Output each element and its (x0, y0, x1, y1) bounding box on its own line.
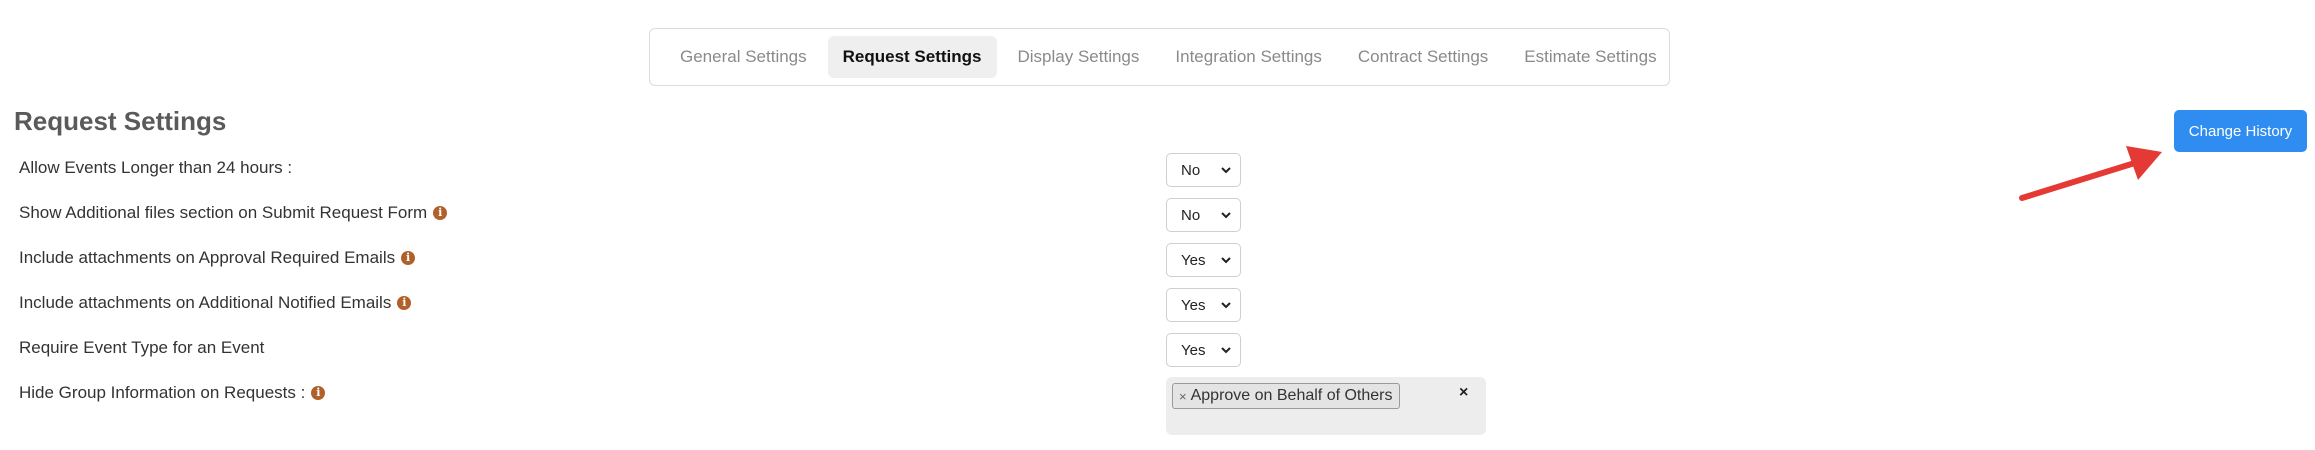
tag-label: Approve on Behalf of Others (1190, 387, 1393, 404)
info-icon[interactable]: i (397, 296, 412, 310)
setting-row-allow-long-events: Allow Events Longer than 24 hours : (19, 151, 292, 185)
setting-label: Require Event Type for an Event (19, 338, 265, 357)
chevron-down-icon (1221, 167, 1231, 174)
setting-label: Include attachments on Additional Notifi… (19, 293, 392, 312)
setting-row-require-event-type: Require Event Type for an Event (19, 331, 264, 365)
chevron-down-icon (1221, 257, 1231, 264)
setting-row-notified-attachments: Include attachments on Additional Notifi… (19, 286, 412, 320)
hide-group-info-multiselect[interactable]: × Approve on Behalf of Others × (1166, 377, 1486, 435)
clear-selection-icon[interactable]: × (1459, 384, 1468, 402)
setting-label: Show Additional files section on Submit … (19, 203, 428, 222)
change-history-button[interactable]: Change History (2174, 110, 2307, 152)
setting-label: Allow Events Longer than 24 hours : (19, 158, 293, 177)
approval-attachments-select[interactable]: Yes (1166, 243, 1241, 277)
setting-row-additional-files: Show Additional files section on Submit … (19, 196, 448, 230)
additional-files-select[interactable]: No (1166, 198, 1241, 232)
selected-tag: × Approve on Behalf of Others (1172, 383, 1400, 409)
settings-tab-bar: General Settings Request Settings Displa… (649, 28, 1670, 86)
notified-attachments-select[interactable]: Yes (1166, 288, 1241, 322)
allow-long-events-select[interactable]: No (1166, 153, 1241, 187)
tab-integration-settings[interactable]: Integration Settings (1160, 36, 1336, 78)
tab-request-settings[interactable]: Request Settings (827, 36, 997, 78)
chevron-down-icon (1221, 212, 1231, 219)
info-icon[interactable]: i (401, 251, 416, 265)
select-value: Yes (1181, 296, 1206, 314)
select-value: No (1181, 161, 1201, 179)
select-value: Yes (1181, 251, 1206, 269)
remove-tag-icon[interactable]: × (1179, 389, 1187, 404)
page-title: Request Settings (14, 106, 227, 136)
tab-general-settings[interactable]: General Settings (665, 36, 822, 78)
info-icon[interactable]: i (311, 386, 326, 400)
setting-row-hide-group-info: Hide Group Information on Requests : i (19, 376, 326, 410)
red-arrow-annotation (2019, 146, 2162, 201)
setting-row-approval-attachments: Include attachments on Approval Required… (19, 241, 416, 275)
tab-display-settings[interactable]: Display Settings (1003, 36, 1155, 78)
setting-label: Include attachments on Approval Required… (19, 248, 396, 267)
info-icon[interactable]: i (433, 206, 448, 220)
tab-contract-settings[interactable]: Contract Settings (1343, 36, 1503, 78)
require-event-type-select[interactable]: Yes (1166, 333, 1241, 367)
tab-estimate-settings[interactable]: Estimate Settings (1509, 36, 1671, 78)
select-value: Yes (1181, 341, 1206, 359)
chevron-down-icon (1221, 347, 1231, 354)
select-value: No (1181, 206, 1201, 224)
setting-label: Hide Group Information on Requests : (19, 383, 306, 402)
chevron-down-icon (1221, 302, 1231, 309)
